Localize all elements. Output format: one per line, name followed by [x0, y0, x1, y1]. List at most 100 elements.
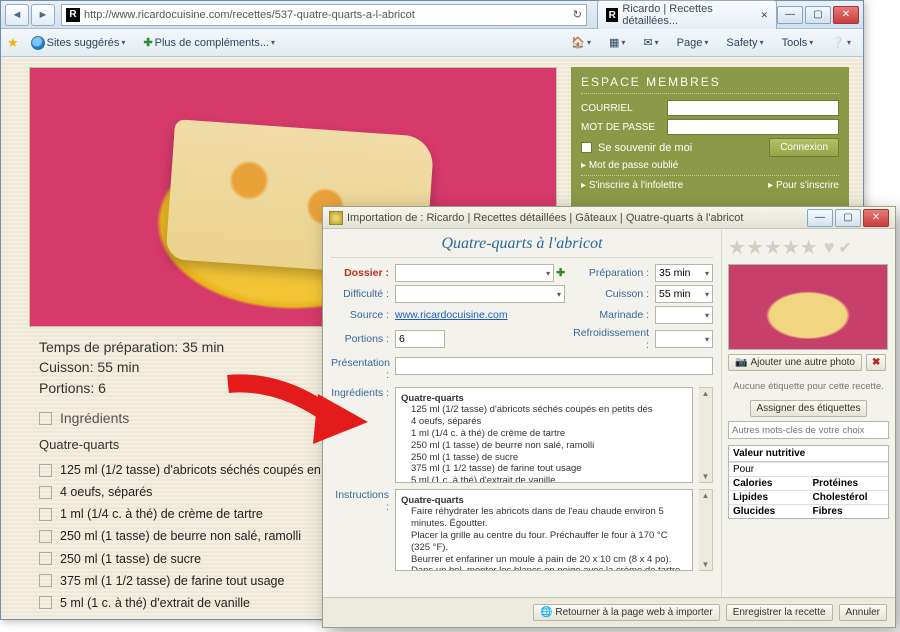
cook-select[interactable]: 55 min▾: [655, 285, 713, 303]
help-button[interactable]: ❔▾: [825, 34, 857, 51]
member-login-panel: ESPACE MEMBRES COURRIEL MOT DE PASSE Se …: [571, 67, 849, 207]
forgot-password-link[interactable]: ▸ Mot de passe oublié: [581, 160, 678, 171]
checkbox-icon[interactable]: [39, 464, 52, 477]
favicon-icon: R: [66, 8, 80, 22]
tab-close-icon[interactable]: ✕: [760, 10, 768, 21]
signup-link[interactable]: ▸ Pour s'inscrire: [768, 180, 839, 191]
dialog-main-panel: Quatre-quarts à l'abricot Dossier : ▾ ✚ …: [323, 229, 721, 597]
tab-favicon-icon: R: [606, 8, 618, 22]
address-bar[interactable]: R http://www.ricardocuisine.com/recettes…: [61, 4, 587, 26]
tools-menu-label: Tools: [782, 37, 808, 49]
folder-select[interactable]: ▾: [395, 264, 554, 282]
chevron-down-icon: ▾: [271, 38, 275, 47]
nav-forward-button[interactable]: ►: [31, 4, 55, 26]
cooling-select[interactable]: ▾: [655, 330, 713, 348]
close-button[interactable]: ✕: [833, 6, 859, 24]
newsletter-link[interactable]: ▸ S'inscrire à l'infolettre: [581, 180, 683, 191]
checkbox-icon[interactable]: [39, 530, 52, 543]
keywords-field[interactable]: [728, 421, 889, 439]
checkbox-icon[interactable]: [39, 412, 52, 425]
ingredient-text: 375 ml (1 1/2 tasse) de farine tout usag…: [60, 572, 284, 590]
source-label: Source :: [331, 309, 389, 321]
save-recipe-button[interactable]: Enregistrer la recette: [726, 604, 833, 621]
ingredients-heading: Ingrédients: [60, 408, 129, 428]
complements-menu[interactable]: ✚ Plus de compléments... ▾: [137, 34, 281, 51]
star-icon[interactable]: ★: [728, 235, 746, 260]
prep-select[interactable]: 35 min▾: [655, 264, 713, 282]
marinade-label: Marinade :: [571, 309, 649, 321]
difficulty-label: Difficulté :: [331, 288, 389, 300]
check-icon[interactable]: ✔: [838, 238, 851, 258]
remember-checkbox[interactable]: [581, 142, 592, 153]
remove-photo-button[interactable]: ✖: [866, 354, 886, 371]
checkbox-icon[interactable]: [39, 596, 52, 609]
scrollbar[interactable]: ▲▼: [699, 489, 713, 571]
home-button[interactable]: 🏠▾: [565, 34, 597, 51]
ingredient-text: 250 ml (1 tasse) de beurre non salé, ram…: [60, 527, 301, 545]
checkbox-icon[interactable]: [39, 574, 52, 587]
source-link[interactable]: www.ricardocuisine.com: [395, 309, 508, 321]
ingredients-textarea[interactable]: Quatre-quarts125 ml (1/2 tasse) d'abrico…: [395, 387, 693, 483]
star-icon[interactable]: ★: [800, 235, 818, 260]
safety-menu[interactable]: Safety▾: [720, 35, 769, 51]
dialog-footer: 🌐 Retourner à la page web à importer Enr…: [323, 597, 895, 627]
sites-suggested-label: Sites suggérés: [47, 37, 120, 49]
rating-stars[interactable]: ★ ★ ★ ★ ★ ♥ ✔: [728, 235, 889, 260]
dialog-close-button[interactable]: ✕: [863, 209, 889, 227]
maximize-button[interactable]: ▢: [805, 6, 831, 24]
favorites-star-icon[interactable]: ★: [7, 35, 19, 51]
browser-tab[interactable]: R Ricardo | Recettes détaillées... ✕: [597, 0, 777, 29]
instructions-label: Instructions :: [331, 489, 389, 571]
recipe-thumbnail: [728, 264, 888, 350]
marinade-select[interactable]: ▾: [655, 306, 713, 324]
ingredient-text: 5 ml (1 c. à thé) d'extrait de vanille: [60, 594, 250, 612]
checkbox-icon[interactable]: [39, 552, 52, 565]
page-menu[interactable]: Page▾: [671, 35, 715, 51]
checkbox-icon[interactable]: [39, 486, 52, 499]
dialog-titlebar[interactable]: Importation de : Ricardo | Recettes déta…: [323, 207, 895, 229]
tab-title: Ricardo | Recettes détaillées...: [622, 3, 754, 27]
presentation-field[interactable]: [395, 357, 713, 375]
complements-label: Plus de compléments...: [155, 37, 269, 49]
safety-menu-label: Safety: [726, 37, 757, 49]
password-field[interactable]: [667, 119, 839, 135]
nav-back-button[interactable]: ◄: [5, 4, 29, 26]
difficulty-select[interactable]: ▾: [395, 285, 565, 303]
mail-button[interactable]: ✉▾: [637, 34, 664, 51]
favorite-heart-icon[interactable]: ♥: [824, 237, 835, 258]
member-heading: ESPACE MEMBRES: [581, 75, 839, 94]
folder-label: Dossier :: [331, 267, 389, 279]
star-icon[interactable]: ★: [746, 235, 764, 260]
feeds-button[interactable]: ▦▾: [603, 34, 631, 51]
email-field[interactable]: [667, 100, 839, 116]
portions-field[interactable]: 6: [395, 330, 445, 348]
import-dialog: Importation de : Ricardo | Recettes déta…: [322, 206, 896, 628]
login-button[interactable]: Connexion: [769, 138, 839, 157]
cancel-button[interactable]: Annuler: [839, 604, 887, 621]
refresh-icon[interactable]: ↻: [573, 8, 582, 21]
star-icon[interactable]: ★: [764, 235, 782, 260]
nutrition-panel: Valeur nutritive Pour CaloriesProtéinesL…: [728, 445, 889, 519]
add-photo-button[interactable]: 📷 Ajouter une autre photo: [728, 354, 862, 371]
page-menu-label: Page: [677, 37, 703, 49]
nutrition-title: Valeur nutritive: [729, 446, 888, 462]
sites-suggested-menu[interactable]: Sites suggérés ▾: [25, 34, 132, 52]
instructions-textarea[interactable]: Quatre-quartsFaire réhydrater les abrico…: [395, 489, 693, 571]
annotation-arrow-icon: [218, 374, 368, 454]
add-folder-icon[interactable]: ✚: [556, 267, 565, 279]
remember-label: Se souvenir de moi: [598, 142, 692, 154]
back-to-page-button[interactable]: 🌐 Retourner à la page web à importer: [533, 604, 720, 621]
star-icon[interactable]: ★: [782, 235, 800, 260]
email-label: COURRIEL: [581, 103, 661, 114]
checkbox-icon[interactable]: [39, 508, 52, 521]
dialog-side-panel: ★ ★ ★ ★ ★ ♥ ✔ 📷 Ajouter une autre photo …: [721, 229, 895, 597]
ingredient-text: 1 ml (1/4 c. à thé) de crème de tartre: [60, 505, 263, 523]
dialog-maximize-button[interactable]: ▢: [835, 209, 861, 227]
prep-label: Préparation :: [571, 267, 649, 279]
plus-icon: ✚: [143, 36, 152, 49]
scrollbar[interactable]: ▲▼: [699, 387, 713, 483]
dialog-minimize-button[interactable]: —: [807, 209, 833, 227]
assign-tags-button[interactable]: Assigner des étiquettes: [750, 400, 868, 417]
minimize-button[interactable]: —: [777, 6, 803, 24]
tools-menu[interactable]: Tools▾: [776, 35, 820, 51]
